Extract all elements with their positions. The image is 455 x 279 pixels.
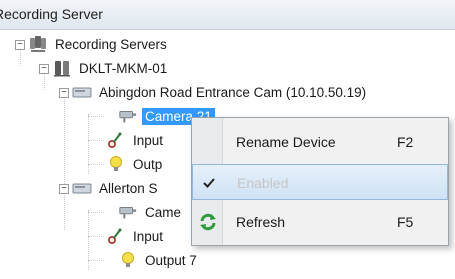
tree-guide [88, 236, 104, 237]
expander-server[interactable]: − [39, 64, 49, 74]
recording-servers-icon [28, 35, 48, 53]
tree-item-label: Output 7 [145, 252, 197, 268]
tree-guide [88, 212, 104, 213]
panel-header: Recording Server [0, 0, 455, 30]
tree-item-server[interactable]: DKLT-MKM-01 [52, 56, 170, 80]
tree-item-output[interactable]: Output 7 [118, 248, 200, 272]
panel-title: Recording Server [0, 6, 103, 22]
menu-item-label: Rename Device [236, 134, 336, 150]
camera-icon [118, 203, 138, 221]
lightbulb-icon [118, 251, 138, 269]
server-icon [52, 59, 72, 77]
input-icon [106, 227, 126, 245]
tree-item-label: Input [133, 228, 164, 244]
device-icon [72, 83, 92, 101]
tree-item-label: Allerton S [99, 180, 158, 196]
tree-item-camera[interactable]: Came [118, 200, 184, 224]
checkmark-icon [199, 173, 219, 193]
tree-guide [88, 260, 104, 261]
tree-guide [64, 90, 65, 230]
tree-item-output[interactable]: Outp [106, 152, 165, 176]
menu-item-rename-device[interactable]: Rename Device F2 [192, 124, 448, 160]
tree-guide [88, 116, 104, 117]
menu-item-shortcut: F5 [397, 214, 414, 230]
input-icon [106, 131, 126, 149]
tree-item-label: Input [133, 132, 164, 148]
tree-guide [88, 140, 104, 141]
menu-item-label: Refresh [236, 214, 286, 230]
tree-item-device[interactable]: Abingdon Road Entrance Cam (10.10.50.19) [72, 80, 369, 104]
tree-item-label: DKLT-MKM-01 [79, 60, 168, 76]
lightbulb-icon [106, 155, 126, 173]
menu-item-label: Enabled [237, 175, 289, 191]
tree-guide [88, 164, 104, 165]
tree-guide [88, 210, 89, 270]
tree-item-recording-servers[interactable]: Recording Servers [28, 32, 170, 56]
tree-item-input[interactable]: Input [106, 224, 166, 248]
device-icon [72, 179, 92, 197]
tree-item-label: Outp [133, 156, 163, 172]
context-menu: Rename Device F2 Enabled Refresh F5 [191, 117, 449, 246]
refresh-icon [198, 212, 218, 232]
tree-item-label: Recording Servers [55, 36, 167, 52]
expander-device-2[interactable]: − [59, 184, 69, 194]
tree-item-label: Came [145, 204, 182, 220]
menu-item-refresh[interactable]: Refresh F5 [192, 204, 448, 240]
tree-item-input[interactable]: Input [106, 128, 166, 152]
tree-item-label: Abingdon Road Entrance Cam (10.10.50.19) [99, 84, 367, 100]
tree-guide [88, 114, 89, 174]
expander-recording-servers[interactable]: − [15, 40, 25, 50]
expander-device-1[interactable]: − [59, 88, 69, 98]
camera-icon [118, 107, 138, 125]
menu-item-enabled[interactable]: Enabled [192, 164, 448, 200]
menu-item-shortcut: F2 [397, 134, 414, 150]
tree-item-device[interactable]: Allerton S [72, 176, 161, 200]
